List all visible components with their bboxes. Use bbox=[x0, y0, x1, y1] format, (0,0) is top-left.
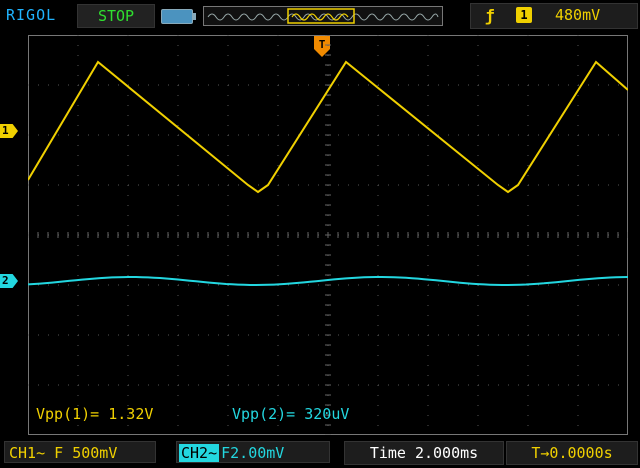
timeline-waveform-icon bbox=[207, 8, 439, 24]
vpp-ch1-measurement: Vpp(1)= 1.32V bbox=[36, 405, 154, 423]
ch2-tag: CH2~ bbox=[179, 444, 220, 462]
trigger-source-badge: 1 bbox=[516, 7, 532, 23]
trigger-level-value: 480mV bbox=[555, 6, 601, 24]
ch2-scale-button[interactable]: CH2~ F2.00mV bbox=[176, 441, 330, 463]
graticule-grid bbox=[28, 35, 628, 435]
trigger-panel[interactable]: ƒ 1 480mV bbox=[470, 3, 638, 29]
ch1-offset-marker[interactable]: 1 bbox=[0, 124, 18, 138]
trigger-offset-button[interactable]: T→0.0000s bbox=[506, 441, 638, 465]
rising-edge-icon: ƒ bbox=[485, 6, 495, 25]
brand-logo: RIGOL bbox=[6, 6, 57, 24]
waveform-display[interactable] bbox=[28, 35, 628, 435]
ch2-waveform bbox=[28, 276, 628, 286]
battery-icon bbox=[161, 9, 196, 24]
bottom-status-bar: CH1~ F 500mV CH2~ F2.00mV Time 2.000ms T→… bbox=[0, 438, 640, 468]
vpp-ch2-measurement: Vpp(2)= 320uV bbox=[232, 405, 350, 423]
timebase-button[interactable]: Time 2.000ms bbox=[344, 441, 504, 465]
ch2-offset-marker[interactable]: 2 bbox=[0, 274, 18, 288]
memory-timeline[interactable] bbox=[203, 6, 443, 26]
ch2-scale-value: F2.00mV bbox=[221, 444, 285, 462]
run-stop-status[interactable]: STOP bbox=[77, 4, 155, 28]
ch1-waveform bbox=[28, 60, 628, 194]
ch1-scale-button[interactable]: CH1~ F 500mV bbox=[4, 441, 156, 463]
top-status-bar: RIGOL STOP ƒ 1 480mV bbox=[0, 0, 640, 30]
